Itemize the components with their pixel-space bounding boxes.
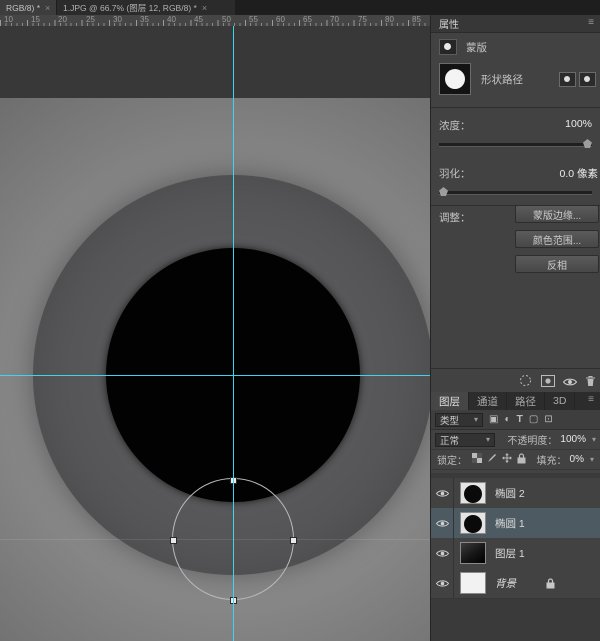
properties-panel-header: 属性 ≡ bbox=[431, 15, 600, 33]
chevron-down-icon: ▾ bbox=[474, 415, 478, 424]
mask-panel-footer bbox=[431, 372, 600, 390]
layer-name: 背景 bbox=[495, 576, 516, 591]
close-icon[interactable]: × bbox=[202, 3, 207, 13]
layer-name: 图层 1 bbox=[495, 546, 525, 561]
load-selection-icon[interactable] bbox=[519, 374, 532, 392]
fill-label: 填充： bbox=[537, 452, 567, 467]
layer-row-background[interactable]: 背景 bbox=[431, 568, 600, 599]
layer-row-ellipse-1[interactable]: 椭圆 1 bbox=[431, 508, 600, 539]
tab-3d[interactable]: 3D bbox=[545, 392, 575, 410]
layers-panel-tabbar: 图层 通道 路径 3D ≡ bbox=[431, 392, 600, 410]
feather-slider-handle[interactable] bbox=[439, 187, 448, 196]
layer-name: 椭圆 2 bbox=[495, 486, 525, 501]
density-slider[interactable] bbox=[439, 143, 592, 147]
delete-mask-trash-icon[interactable] bbox=[585, 374, 596, 392]
density-value[interactable]: 100% bbox=[565, 118, 592, 130]
mask-property-row: 蒙版 bbox=[439, 39, 487, 55]
panel-menu-icon[interactable]: ≡ bbox=[588, 392, 600, 410]
document-tab-2[interactable]: 1.JPG @ 66.7% (图层 12, RGB/8) * × bbox=[57, 0, 235, 15]
panel-menu-icon[interactable]: ≡ bbox=[588, 17, 594, 28]
tab-paths[interactable]: 路径 bbox=[507, 392, 545, 410]
lock-row: 锁定： 填充： 0% ▾ bbox=[431, 450, 600, 470]
visibility-eye-icon[interactable] bbox=[431, 478, 454, 508]
chevron-down-icon: ▾ bbox=[486, 435, 490, 444]
filter-kind-select[interactable]: 类型 ▾ bbox=[435, 413, 483, 427]
horizontal-guide[interactable] bbox=[0, 375, 430, 376]
lock-transparency-icon[interactable] bbox=[472, 453, 482, 466]
chevron-down-icon[interactable]: ▾ bbox=[592, 435, 596, 444]
mask-label: 蒙版 bbox=[466, 40, 487, 55]
blend-mode-select[interactable]: 正常 ▾ bbox=[435, 433, 495, 447]
path-anchor-left[interactable] bbox=[170, 537, 177, 544]
layer-thumbnail[interactable] bbox=[460, 512, 486, 534]
density-label: 浓度： bbox=[439, 118, 471, 133]
filter-pixel-icon[interactable]: ▣ bbox=[489, 415, 498, 425]
feather-slider[interactable] bbox=[439, 191, 592, 195]
color-range-button[interactable]: 颜色范围... bbox=[515, 230, 599, 248]
layer-filter-row: 类型 ▾ ▣ ◐ T ▢ ⊡ bbox=[431, 410, 600, 430]
density-slider-handle[interactable] bbox=[583, 139, 592, 148]
properties-panel-title: 属性 bbox=[439, 16, 459, 31]
visibility-eye-icon[interactable] bbox=[431, 538, 454, 568]
background-lock-icon bbox=[546, 578, 555, 589]
document-tab-1-label: RGB/8) * bbox=[6, 3, 40, 13]
filter-smart-icon[interactable]: ⊡ bbox=[544, 415, 552, 425]
shape-path-label: 形状路径 bbox=[481, 72, 523, 87]
blend-mode-row: 正常 ▾ 不透明度： 100% ▾ bbox=[431, 430, 600, 450]
vector-mask-icon[interactable] bbox=[579, 72, 596, 87]
lock-all-icon[interactable] bbox=[517, 453, 526, 467]
disable-mask-eye-icon[interactable] bbox=[563, 374, 577, 392]
document-tab-2-label: 1.JPG @ 66.7% (图层 12, RGB/8) * bbox=[63, 2, 197, 14]
layer-row-ellipse-2[interactable]: 椭圆 2 bbox=[431, 478, 600, 509]
lock-pixels-brush-icon[interactable] bbox=[487, 453, 497, 466]
divider bbox=[431, 107, 600, 108]
fill-value[interactable]: 0% bbox=[570, 454, 584, 465]
document-tab-1[interactable]: RGB/8) * × bbox=[0, 0, 56, 15]
mask-edge-button[interactable]: 蒙版边缘... bbox=[515, 205, 599, 223]
layer-thumbnail[interactable] bbox=[460, 482, 486, 504]
path-anchor-right[interactable] bbox=[290, 537, 297, 544]
document-canvas[interactable] bbox=[0, 26, 430, 641]
vertical-guide[interactable] bbox=[233, 26, 234, 641]
tab-layers[interactable]: 图层 bbox=[431, 392, 469, 410]
layer-name: 椭圆 1 bbox=[495, 516, 525, 531]
opacity-value[interactable]: 100% bbox=[560, 434, 586, 445]
pixel-mask-icon[interactable] bbox=[559, 72, 576, 87]
invert-button[interactable]: 反相 bbox=[515, 255, 599, 273]
divider bbox=[431, 368, 600, 369]
vector-mask-thumbnail[interactable] bbox=[439, 63, 471, 95]
document-tabbar: RGB/8) * × 1.JPG @ 66.7% (图层 12, RGB/8) … bbox=[0, 0, 600, 15]
chevron-down-icon[interactable]: ▾ bbox=[590, 455, 594, 464]
feather-value[interactable]: 0.0 像素 bbox=[559, 166, 598, 181]
right-panel: 属性 ≡ 蒙版 形状路径 浓度： 100% 羽化： 0.0 像素 调整： bbox=[430, 15, 600, 641]
filter-type-icon[interactable]: T bbox=[517, 414, 523, 425]
lock-label: 锁定： bbox=[437, 452, 467, 467]
opacity-label: 不透明度： bbox=[507, 432, 557, 447]
mask-thumbnail-icon bbox=[439, 39, 457, 55]
visibility-eye-icon[interactable] bbox=[431, 508, 454, 538]
layer-row-layer-1[interactable]: 图层 1 bbox=[431, 538, 600, 569]
filter-shape-icon[interactable]: ▢ bbox=[529, 415, 538, 425]
feather-label: 羽化： bbox=[439, 166, 471, 181]
close-icon[interactable]: × bbox=[45, 3, 50, 13]
blend-mode-value: 正常 bbox=[440, 433, 459, 447]
layer-thumbnail[interactable] bbox=[460, 542, 486, 564]
photoshop-window: RGB/8) * × 1.JPG @ 66.7% (图层 12, RGB/8) … bbox=[0, 0, 600, 641]
apply-mask-icon[interactable] bbox=[541, 374, 555, 392]
layer-thumbnail[interactable] bbox=[460, 572, 486, 594]
tab-channels[interactable]: 通道 bbox=[469, 392, 507, 410]
filter-kind-value: 类型 bbox=[440, 413, 459, 427]
lock-position-move-icon[interactable] bbox=[502, 453, 512, 466]
visibility-eye-icon[interactable] bbox=[431, 568, 454, 598]
filter-adjustment-icon[interactable]: ◐ bbox=[504, 415, 510, 425]
adjust-label: 调整： bbox=[439, 210, 471, 225]
shape-path-row: 形状路径 bbox=[439, 62, 596, 96]
